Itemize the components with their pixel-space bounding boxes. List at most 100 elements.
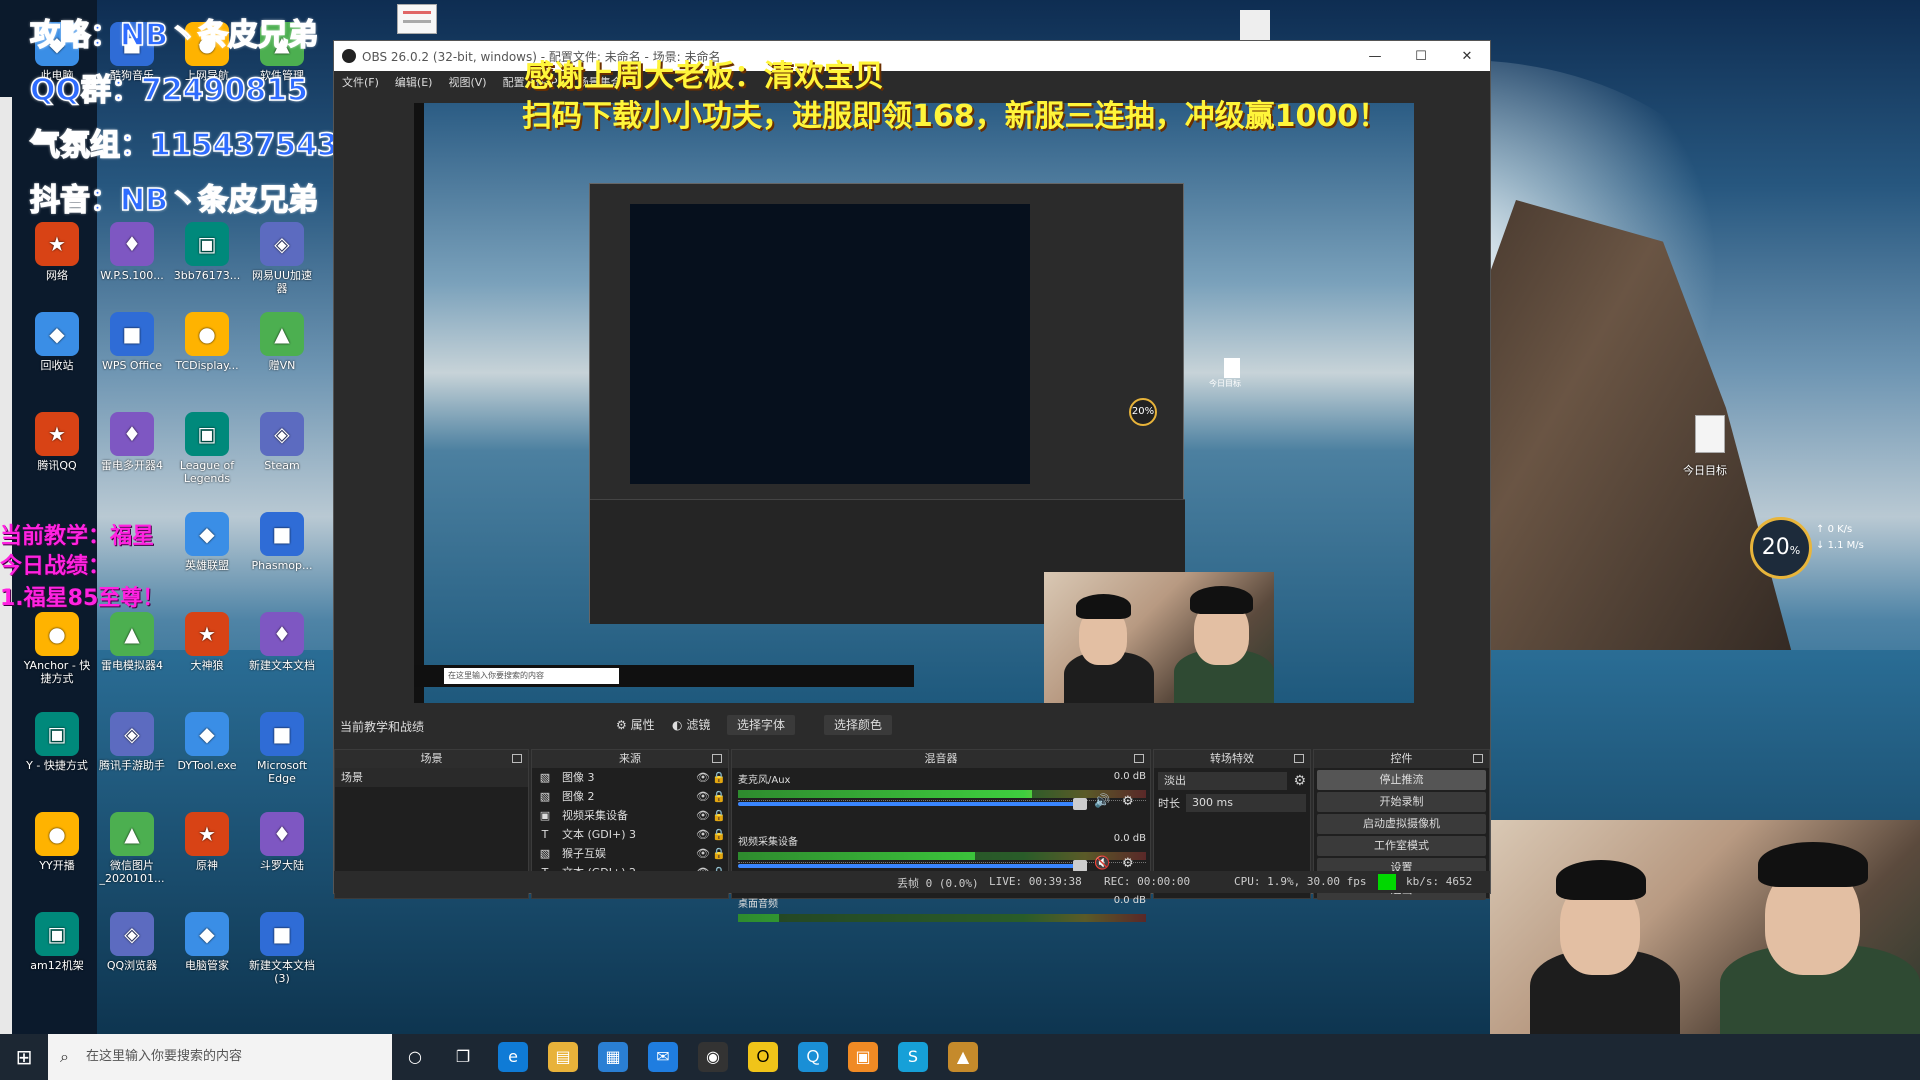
desktop-icon[interactable]: ★ 大神狼 [172,612,242,672]
source-item[interactable]: T 文本 (GDI+) 3 👁 🔒 [532,825,728,844]
popout-icon[interactable] [1134,754,1144,763]
windows-start-icon[interactable]: ⊞ [0,1034,48,1080]
desktop-icon[interactable]: ● TCDisplay... [172,312,242,372]
lock-icon[interactable]: 🔒 [712,768,728,787]
control-button[interactable]: 停止推流 [1317,770,1486,790]
text-file-icon[interactable] [1695,415,1725,453]
lock-icon[interactable]: 🔒 [712,806,728,825]
app-icon[interactable]: ▲ [948,1042,978,1072]
minimize-icon[interactable]: — [1352,49,1398,64]
task-view-icon[interactable]: ❐ [448,1042,478,1072]
gear-icon[interactable]: ⚙ [1122,856,1134,871]
visibility-icon[interactable]: 👁 [696,787,712,806]
desktop-icon[interactable]: ◆ DYTool.exe [172,712,242,772]
lock-icon[interactable]: 🔒 [712,844,728,863]
obs-window[interactable]: OBS 26.0.2 (32-bit, windows) - 配置文件: 未命名… [333,40,1491,922]
edge-icon[interactable]: e [498,1042,528,1072]
cortana-icon[interactable]: ○ [400,1042,430,1072]
text-file-icon[interactable] [397,4,437,34]
maximize-icon[interactable]: ☐ [1398,49,1444,64]
popout-icon[interactable] [712,754,722,763]
desktop-icon[interactable]: ▣ Y - 快捷方式 [22,712,92,772]
desktop-icon[interactable]: ▣ League of Legends [172,412,242,485]
desktop-icon[interactable]: ◆ 英雄联盟 [172,512,242,572]
lock-icon[interactable]: 🔒 [712,787,728,806]
app-icon[interactable]: ▣ [848,1042,878,1072]
volume-slider[interactable] [738,860,1087,872]
desktop-icon[interactable]: ▲ 赠VN [247,312,317,372]
source-item[interactable]: ▣ 视频采集设备 👁 🔒 [532,806,728,825]
duration-input[interactable]: 300 ms [1186,794,1306,812]
desktop-icon[interactable]: ★ 腾讯QQ [22,412,92,472]
control-button[interactable]: 启动虚拟摄像机 [1317,814,1486,834]
desktop-icon[interactable]: ▣ 3bb76173... [172,222,242,282]
uu-accelerator-icon[interactable]: Ｑ [798,1042,828,1072]
desktop-icon[interactable]: ♦ 雷电多开器4 [97,412,167,472]
desktop-icon[interactable]: ◆ 电脑管家 [172,912,242,972]
desktop-icon[interactable]: ◈ QQ浏览器 [97,912,167,972]
source-name: 图像 3 [562,771,595,784]
speed-widget-badge[interactable]: 20% [1750,517,1812,579]
download-icon-text: ↓ 1.1 M/s [1816,540,1864,551]
menu-item[interactable]: 视图(V) [448,74,486,90]
desktop-icon[interactable]: ■ 新建文本文档 (3) [247,912,317,985]
source-item[interactable]: ▧ 猴子互娱 👁 🔒 [532,844,728,863]
desktop-icon[interactable]: ◈ Steam [247,412,317,472]
filters-button[interactable]: ◐ 滤镜 [662,715,720,735]
taskbar-search[interactable]: ⌕ 在这里输入你要搜索的内容 [48,1034,392,1080]
gear-icon[interactable]: ⚙ [1122,794,1134,809]
lock-icon[interactable]: 🔒 [712,825,728,844]
obs-taskbar-icon[interactable]: ◉ [698,1042,728,1072]
visibility-icon[interactable]: 👁 [696,768,712,787]
preview-search: 在这里输入你要搜索的内容 [444,668,619,684]
visibility-icon[interactable]: 👁 [696,844,712,863]
control-button[interactable]: 开始录制 [1317,792,1486,812]
desktop-icon[interactable]: ◆ 回收站 [22,312,92,372]
visibility-icon[interactable]: 👁 [696,825,712,844]
menu-item[interactable]: 文件(F) [342,74,379,90]
popout-icon[interactable] [1294,754,1304,763]
desktop-icon[interactable]: ● YY开播 [22,812,92,872]
desktop-icon[interactable]: ★ 原神 [172,812,242,872]
desktop-icon[interactable]: ★ 网络 [22,222,92,282]
gear-icon[interactable]: ⚙ [1293,773,1306,789]
popout-icon[interactable] [1473,754,1483,763]
desktop-icon[interactable]: ■ WPS Office [97,312,167,372]
transition-select[interactable]: 淡出 [1158,772,1288,790]
obs-preview[interactable]: 20% 今日目标 在这里输入你要搜索的内容 [414,103,1414,703]
volume-slider[interactable] [738,798,1087,810]
select-color-button[interactable]: 选择颜色 [824,715,893,735]
scene-item[interactable]: 场景 [335,768,528,787]
speaker-icon[interactable]: 🔊 [1094,794,1110,809]
slider-handle[interactable] [1073,798,1087,810]
document-file-icon[interactable] [1240,10,1270,40]
desktop-icon[interactable]: ▲ 微信图片_2020101... [97,812,167,885]
source-item[interactable]: ▧ 图像 2 👁 🔒 [532,787,728,806]
store-icon[interactable]: ▦ [598,1042,628,1072]
control-button[interactable]: 工作室模式 [1317,836,1486,856]
desktop-icon[interactable]: ● YAnchor - 快捷方式 [22,612,92,685]
obs-titlebar[interactable]: OBS 26.0.2 (32-bit, windows) - 配置文件: 未命名… [334,41,1490,71]
visibility-icon[interactable]: 👁 [696,806,712,825]
close-icon[interactable]: ✕ [1444,49,1490,64]
app-icon[interactable]: S [898,1042,928,1072]
properties-button[interactable]: ⚙ 属性 [606,715,665,735]
speaker-muted-icon[interactable]: 🔇 [1094,856,1110,871]
desktop-icon[interactable]: ◈ 网易UU加速器 [247,222,317,295]
select-font-button[interactable]: 选择字体 [727,715,796,735]
desktop-icon[interactable]: ■ Phasmop... [247,512,317,572]
desktop-icon[interactable]: ◈ 腾讯手游助手 [97,712,167,772]
desktop-icon[interactable]: ■ Microsoft Edge [247,712,317,785]
popout-icon[interactable] [512,754,522,763]
desktop-icon[interactable]: ♦ W.P.S.100... [97,222,167,282]
desktop-icon[interactable]: ♦ 斗罗大陆 [247,812,317,872]
desktop-icon[interactable]: ▲ 雷电模拟器4 [97,612,167,672]
mixer-channel-db: 0.0 dB [1113,833,1146,844]
desktop-icon[interactable]: ▣ am12机架 [22,912,92,972]
source-item[interactable]: ▧ 图像 3 👁 🔒 [532,768,728,787]
desktop-icon[interactable]: ♦ 新建文本文档 [247,612,317,672]
yy-icon[interactable]: Ｏ [748,1042,778,1072]
menu-item[interactable]: 编辑(E) [395,74,433,90]
file-explorer-icon[interactable]: ▤ [548,1042,578,1072]
mail-icon[interactable]: ✉ [648,1042,678,1072]
